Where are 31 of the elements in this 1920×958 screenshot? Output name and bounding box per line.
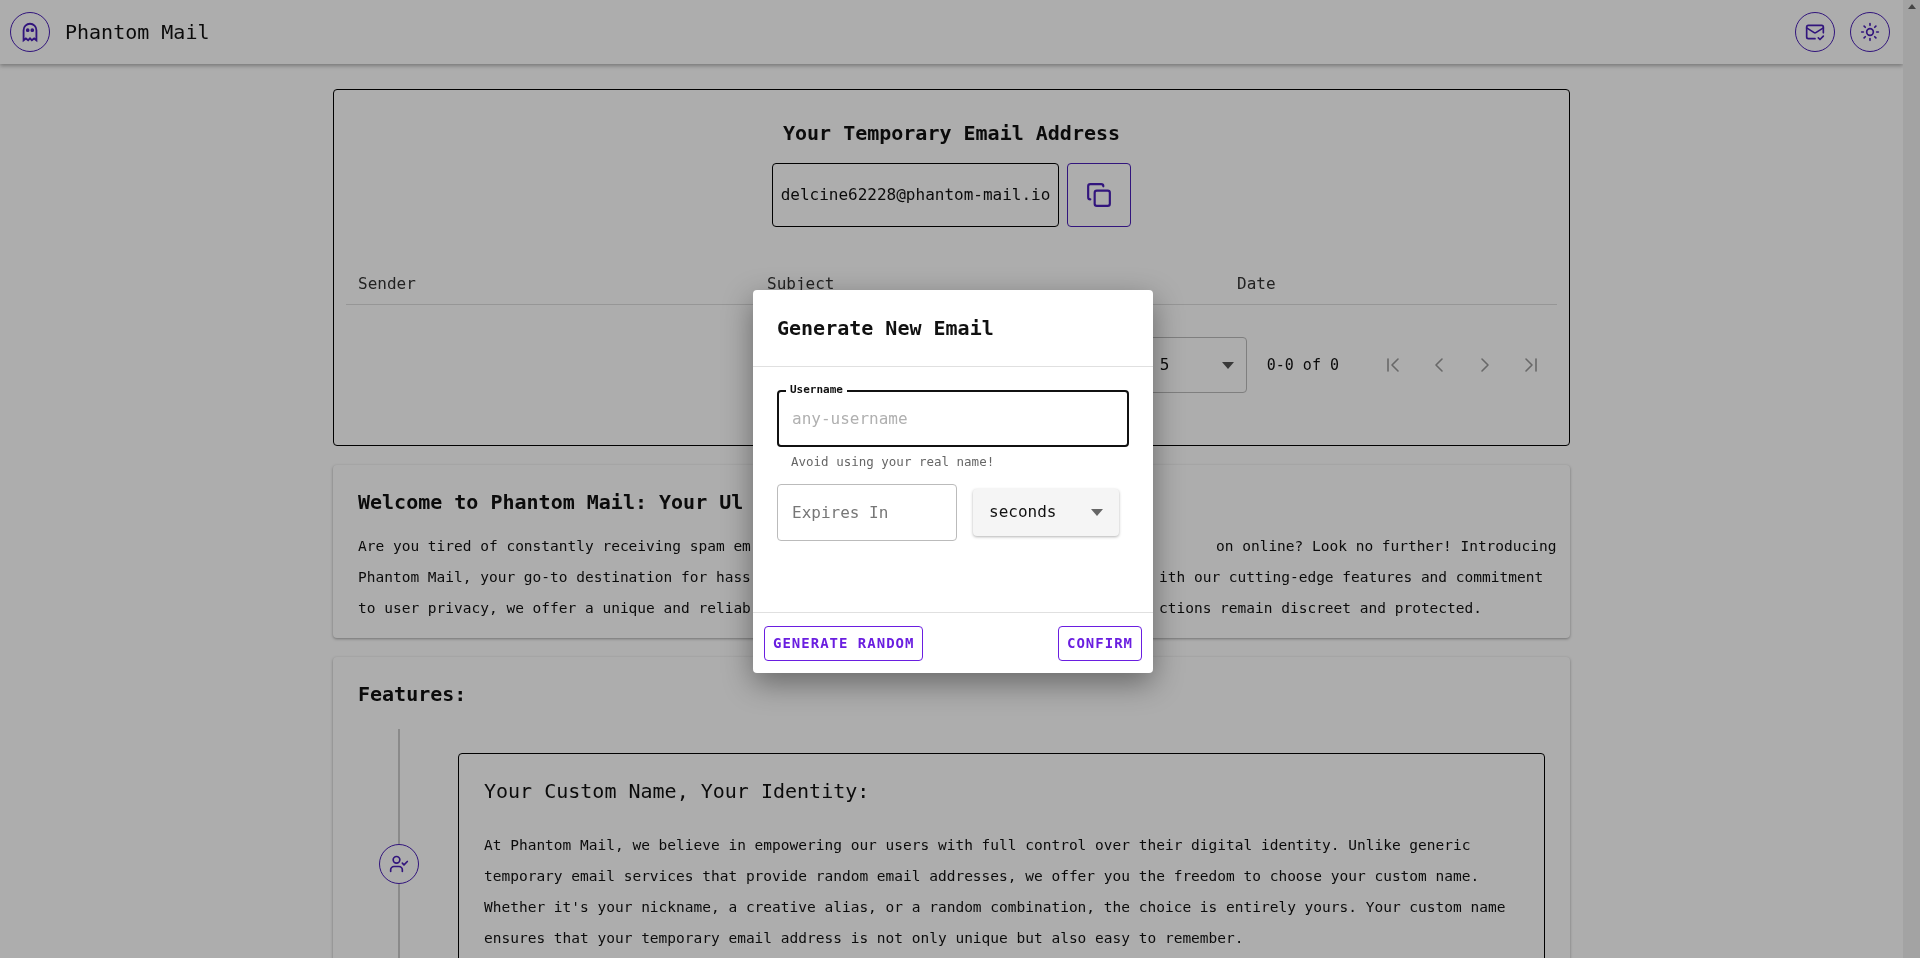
sun-icon — [1860, 22, 1880, 42]
expires-in-field[interactable]: Expires In — [777, 483, 957, 541]
dropdown-triangle-icon — [1221, 361, 1234, 369]
scroll-up-icon[interactable] — [1907, 4, 1916, 9]
mail-check-icon — [1805, 22, 1825, 42]
username-helper-text: Avoid using your real name! — [791, 453, 996, 471]
welcome-paragraph-text: ctions remain discreet and protected. — [1159, 598, 1482, 618]
feature-title: Your Custom Name, Your Identity: — [484, 778, 871, 805]
welcome-paragraph-text: ith our cutting-edge features and commitment — [1159, 567, 1544, 587]
scrollbar[interactable] — [1903, 0, 1920, 958]
welcome-paragraph-text: to user privacy, we offer a unique and reliab — [358, 599, 751, 616]
time-unit-select[interactable]: seconds — [973, 488, 1119, 536]
copy-button[interactable] — [1067, 163, 1132, 227]
page-range: 0-0 of 0 — [1266, 354, 1339, 376]
welcome-title: Welcome to Phantom Mail: Your Ul — [358, 489, 744, 516]
confirm-button[interactable]: CONFIRM — [1058, 625, 1142, 661]
feature-description: At Phantom Mail, we believe in empowering our users with full control over their digital identity. Unlike generic temporary email services that provide random email addresses, we offer you the freedom to choose your custom name. Whether it's your nickname, a creative alias, or a random combination, the choice is entirely yours. Your custom name ensures that your temporary email address is not only unique but also easy to remember. — [484, 836, 1507, 948]
features-title: Features: — [358, 681, 467, 708]
email-address-field[interactable]: delcine62228@phantom-mail.io — [771, 163, 1060, 227]
address-card-title: Your Temporary Email Address — [782, 120, 1121, 147]
app-title: Phantom Mail — [65, 19, 210, 46]
welcome-paragraph-text: Are you tired of constantly receiving spam em — [358, 537, 751, 554]
column-header: Sender — [357, 272, 417, 295]
column-header: Date — [1236, 272, 1277, 295]
dialog-title: Generate New Email — [753, 290, 1153, 367]
generate-random-button[interactable]: GENERATE RANDOM — [764, 625, 924, 661]
dropdown-triangle-icon — [1091, 508, 1103, 516]
welcome-paragraph-text: Phantom Mail, your go-to destination for hass — [358, 568, 751, 585]
welcome-paragraph-text: on online? Look no further! Introducing — [1216, 536, 1557, 556]
user-check-icon — [389, 854, 409, 874]
copy-icon — [1086, 182, 1113, 208]
